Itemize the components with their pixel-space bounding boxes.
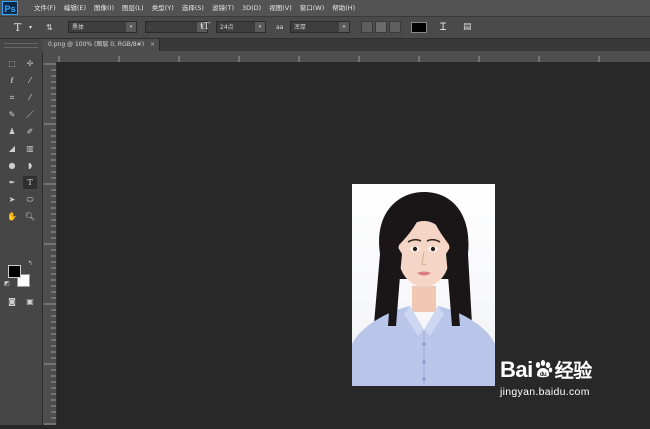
chevron-down-icon: ▾ — [126, 22, 136, 32]
vertical-ruler[interactable] — [43, 62, 57, 425]
font-size-select[interactable]: 24点 ▾ — [216, 21, 266, 33]
menu-items: 文件(F) 编辑(E) 图像(I) 图层(L) 类型(Y) 选择(S) 滤镜(T… — [30, 0, 359, 16]
screen-mode-icon[interactable]: ▣ — [23, 295, 37, 308]
font-family-select[interactable]: 黑体 ▾ — [68, 21, 137, 33]
marquee-icon[interactable]: ⬚ — [5, 57, 19, 70]
ruler-origin[interactable] — [43, 51, 57, 62]
document-tab[interactable]: 0.png @ 100% (图层 0, RGB/8#) × — [42, 39, 161, 51]
foreground-color-swatch[interactable] — [8, 265, 21, 278]
align-left-icon[interactable] — [361, 21, 373, 33]
type-icon[interactable]: T — [23, 176, 37, 189]
magic-wand-icon[interactable]: ⁄ — [23, 74, 37, 87]
text-color-swatch[interactable] — [411, 22, 427, 33]
zoom-icon[interactable]: 🔍︎ — [23, 210, 37, 223]
blur-icon[interactable]: ● — [5, 159, 19, 172]
paw-icon: du — [535, 360, 553, 378]
photoshop-logo[interactable]: Ps — [2, 1, 18, 15]
crop-icon[interactable]: ⌗ — [5, 91, 19, 104]
menu-image[interactable]: 图像(I) — [90, 0, 118, 16]
eyedropper-icon[interactable]: ⁄ — [23, 91, 37, 104]
pen-icon[interactable]: ✒ — [5, 176, 19, 189]
quick-mask-icon[interactable]: ◙ — [5, 295, 19, 308]
align-right-icon[interactable] — [389, 21, 401, 33]
warp-text-icon[interactable]: Ꮖ — [440, 17, 447, 38]
history-brush-icon[interactable]: ✐ — [23, 125, 37, 138]
menu-select[interactable]: 选择(S) — [178, 0, 208, 16]
text-orientation-icon[interactable]: ⇅ — [46, 17, 53, 38]
menu-view[interactable]: 视图(V) — [265, 0, 296, 16]
font-family-value: 黑体 — [72, 24, 85, 31]
antialias-value: 浑厚 — [294, 24, 307, 31]
hand-icon[interactable]: ✋ — [5, 210, 19, 223]
dodge-icon[interactable]: ◗ — [23, 159, 37, 172]
lasso-icon[interactable]: ℓ — [5, 74, 19, 87]
portrait-photo[interactable] — [352, 184, 495, 386]
document-tab-bar: 0.png @ 100% (图层 0, RGB/8#) × — [42, 39, 650, 51]
menu-file[interactable]: 文件(F) — [30, 0, 60, 16]
brush-icon[interactable]: ／ — [23, 108, 37, 121]
eraser-icon[interactable]: ◢ — [5, 142, 19, 155]
close-icon[interactable]: × — [150, 41, 155, 48]
watermark-brand-cn: 经验 — [554, 361, 593, 382]
menu-window[interactable]: 窗口(W) — [296, 0, 329, 16]
portrait-illustration — [352, 184, 495, 386]
tools-panel: ⬚ ✢ ℓ ⁄ ⌗ ⁄ ✎ ／ ♟ ✐ ◢ ▥ ● ◗ ✒ T ➤ ⬭ ✋ 🔍︎… — [0, 39, 43, 425]
move-icon[interactable]: ✢ — [23, 57, 37, 70]
panel-grip[interactable] — [4, 43, 38, 48]
menu-help[interactable]: 帮助(H) — [328, 0, 359, 16]
baidu-jingyan-watermark: Bai du 经验 jingyan.baidu.com — [500, 358, 592, 399]
stamp-icon[interactable]: ♟ — [5, 125, 19, 138]
default-colors-icon[interactable]: ◩ — [3, 280, 11, 288]
swap-colors-icon[interactable]: ↰ — [26, 260, 34, 268]
healing-icon[interactable]: ✎ — [5, 108, 19, 121]
gradient-icon[interactable]: ▥ — [23, 142, 37, 155]
type-tool-preset-icon[interactable]: T — [14, 17, 21, 38]
path-select-icon[interactable]: ➤ — [5, 193, 19, 206]
menu-type[interactable]: 类型(Y) — [148, 0, 178, 16]
font-size-icon: tT — [200, 22, 210, 32]
watermark-brand: Bai du 经验 — [500, 358, 592, 384]
align-center-icon[interactable] — [375, 21, 387, 33]
options-bar: T ▾ ⇅ 黑体 ▾ - ▾ tT 24点 ▾ aa 浑厚 ▾ Ꮖ ▤ — [0, 17, 650, 39]
font-style-select[interactable]: - ▾ — [145, 21, 208, 33]
document-tab-title: 0.png @ 100% (图层 0, RGB/8#) — [48, 41, 145, 48]
chevron-down-icon: ▾ — [339, 22, 349, 32]
vertical-ruler-ticks — [44, 63, 56, 425]
menu-3d[interactable]: 3D(D) — [238, 0, 265, 16]
font-size-value: 24点 — [220, 24, 234, 31]
chevron-down-icon[interactable]: ▾ — [29, 17, 32, 38]
watermark-url: jingyan.baidu.com — [500, 386, 590, 398]
shape-icon[interactable]: ⬭ — [23, 193, 37, 206]
character-panel-icon[interactable]: ▤ — [463, 17, 472, 38]
antialias-icon: aa — [276, 24, 284, 31]
menu-filter[interactable]: 滤镜(T) — [208, 0, 238, 16]
antialias-select[interactable]: 浑厚 ▾ — [290, 21, 350, 33]
watermark-brand-latin: Bai — [500, 357, 533, 382]
chevron-down-icon: ▾ — [255, 22, 265, 32]
menu-bar: Ps 文件(F) 编辑(E) 图像(I) 图层(L) 类型(Y) 选择(S) 滤… — [0, 0, 650, 17]
menu-edit[interactable]: 编辑(E) — [60, 0, 90, 16]
font-style-value: - — [149, 24, 152, 31]
menu-layer[interactable]: 图层(L) — [118, 0, 148, 16]
paw-icon-text: du — [540, 372, 547, 378]
